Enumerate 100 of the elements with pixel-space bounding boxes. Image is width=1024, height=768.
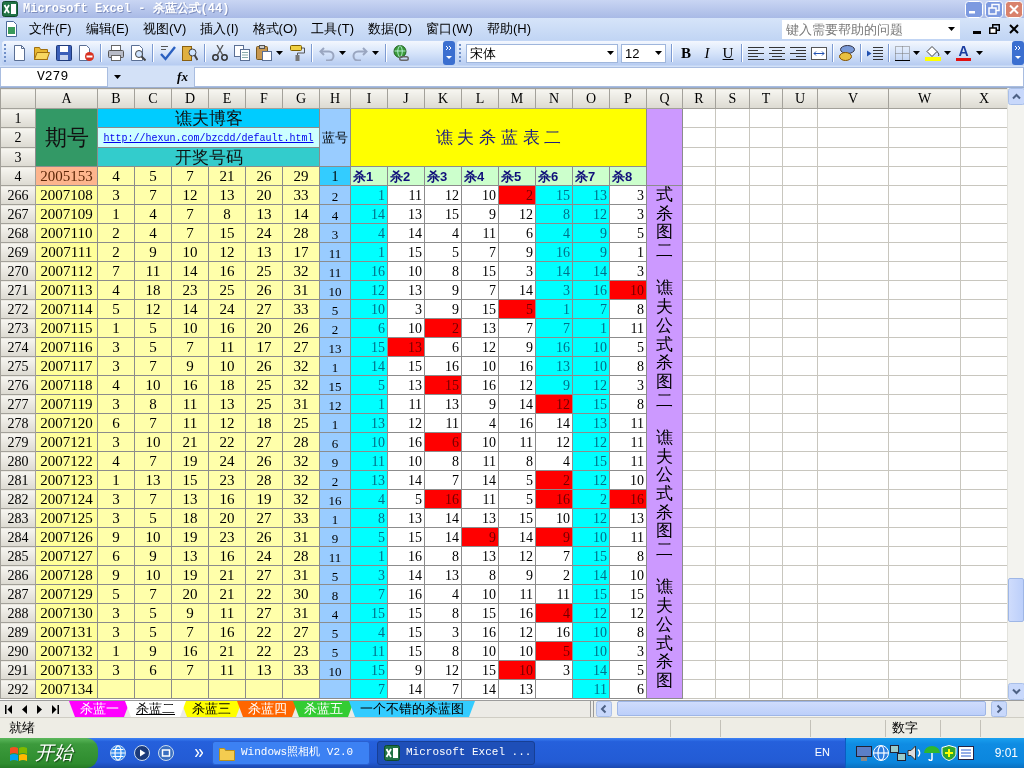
underline-button[interactable]: U (720, 45, 736, 61)
sheet-tab[interactable]: 杀蓝三 (181, 701, 242, 717)
column-header[interactable]: D (171, 88, 209, 109)
menu-item[interactable]: 格式(O) (245, 19, 305, 39)
column-header[interactable]: S (715, 88, 750, 109)
taskbar-button[interactable]: Windows照相机 V2.0 (212, 741, 370, 765)
fill-color-icon[interactable] (925, 45, 941, 61)
align-right-icon[interactable] (790, 46, 806, 60)
bold-button[interactable]: B (678, 45, 694, 61)
caret-icon[interactable] (948, 27, 955, 31)
first-sheet-icon[interactable] (5, 704, 12, 714)
print-preview-icon[interactable] (130, 45, 146, 61)
font-name-dropdown[interactable]: 宋体 (466, 43, 618, 63)
cut-icon[interactable] (212, 45, 228, 61)
column-header[interactable]: T (749, 88, 783, 109)
new-document-icon[interactable] (12, 45, 28, 61)
toolbar-options-icon[interactable] (443, 41, 455, 65)
name-box[interactable]: V279 (0, 66, 108, 87)
permission-icon[interactable] (78, 45, 94, 61)
caret-icon[interactable] (372, 51, 379, 55)
column-header[interactable]: M (498, 88, 536, 109)
column-header[interactable]: V (817, 88, 889, 109)
printer-icon[interactable] (108, 45, 124, 61)
caret-icon[interactable] (339, 51, 346, 55)
copy-icon[interactable] (234, 45, 250, 61)
column-header[interactable]: G (282, 88, 320, 109)
previous-sheet-icon[interactable] (22, 704, 27, 714)
spelling-icon[interactable] (160, 45, 176, 61)
menu-item[interactable]: 插入(I) (193, 19, 246, 39)
align-center-icon[interactable] (769, 46, 785, 60)
formula-input-field[interactable] (194, 66, 1024, 87)
folder-icon[interactable] (34, 45, 50, 61)
menu-item[interactable]: 窗口(W) (419, 19, 480, 39)
column-header[interactable]: B (97, 88, 135, 109)
start-button[interactable]: 开始 (0, 738, 98, 768)
menu-item[interactable]: 编辑(E) (78, 19, 136, 39)
menu-item[interactable]: 帮助(H) (479, 19, 538, 39)
column-header[interactable]: H (319, 88, 351, 109)
play-icon[interactable] (134, 745, 150, 761)
column-header[interactable]: L (461, 88, 499, 109)
language-indicator[interactable]: EN (814, 746, 830, 760)
shield-icon[interactable] (941, 745, 957, 761)
column-header[interactable]: X (960, 88, 1007, 109)
insert-function-button[interactable]: fx (174, 68, 191, 85)
coins-icon[interactable] (839, 45, 855, 61)
paste-icon[interactable] (256, 45, 272, 61)
research-icon[interactable] (182, 45, 198, 61)
align-left-icon[interactable] (748, 46, 764, 60)
column-header[interactable]: O (572, 88, 610, 109)
network-icon[interactable] (890, 745, 906, 761)
sheet-tab[interactable]: 一个不错的杀蓝图 (349, 701, 475, 717)
decrease-indent-icon[interactable] (867, 46, 883, 60)
format-painter-icon[interactable] (289, 45, 305, 61)
menu-item[interactable]: 文件(F) (22, 19, 79, 39)
font-size-dropdown[interactable]: 12 (621, 43, 666, 63)
menu-item[interactable]: 视图(V) (135, 19, 194, 39)
monitor-icon[interactable] (856, 745, 872, 761)
taskbar-button[interactable]: Microsoft Excel ... (377, 741, 535, 765)
toolbar-options-icon[interactable] (1012, 41, 1024, 65)
caret-icon[interactable] (607, 51, 614, 55)
italic-button[interactable]: I (699, 45, 715, 61)
help-search-field[interactable]: 键入需要帮助的问题 (782, 19, 960, 39)
column-header[interactable]: J (387, 88, 425, 109)
minimize-icon[interactable] (973, 30, 981, 34)
column-header[interactable]: F (245, 88, 283, 109)
column-header[interactable]: E (208, 88, 246, 109)
column-header[interactable]: K (424, 88, 462, 109)
vertical-scrollbar[interactable] (1007, 88, 1024, 700)
column-header[interactable]: R (682, 88, 716, 109)
column-header[interactable]: P (609, 88, 647, 109)
scrollbar-thumb[interactable] (1008, 578, 1024, 622)
window-icon[interactable] (158, 745, 174, 761)
blog-link[interactable]: http://hexun.com/bzcdd/default.html (103, 133, 314, 144)
last-sheet-icon[interactable] (52, 704, 59, 714)
column-header[interactable]: W (888, 88, 961, 109)
speaker-icon[interactable] (907, 745, 923, 761)
document-icon[interactable] (4, 21, 20, 37)
row-header[interactable]: 2 (0, 127, 36, 148)
chevron-icon[interactable] (195, 749, 203, 757)
sheet-tab[interactable]: 杀蓝二 (125, 701, 186, 717)
borders-icon[interactable] (895, 45, 910, 61)
list-icon[interactable] (958, 745, 974, 761)
column-header[interactable]: I (350, 88, 388, 109)
menu-item[interactable]: 工具(T) (304, 19, 361, 39)
down-arrow-icon[interactable] (1008, 683, 1024, 700)
up-arrow-icon[interactable] (1008, 88, 1024, 105)
close-icon[interactable] (1009, 24, 1019, 34)
restore-icon[interactable] (989, 24, 1000, 34)
column-header[interactable]: N (535, 88, 573, 109)
hyperlink-icon[interactable] (393, 45, 409, 61)
caret-icon[interactable] (976, 51, 983, 55)
column-header[interactable]: C (134, 88, 172, 109)
caret-icon[interactable] (276, 51, 283, 55)
font-color-button[interactable]: A (956, 45, 971, 61)
caret-icon[interactable] (655, 51, 662, 55)
caret-icon[interactable] (944, 51, 951, 55)
column-header[interactable]: U (782, 88, 818, 109)
caret-icon[interactable] (114, 74, 121, 79)
menu-item[interactable]: 数据(D) (360, 19, 419, 39)
column-header[interactable]: Q (646, 88, 683, 109)
